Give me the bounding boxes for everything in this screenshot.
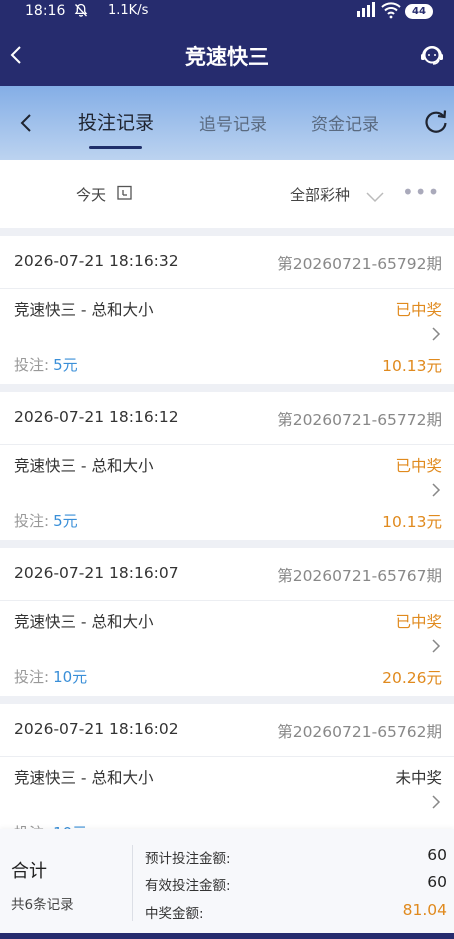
record-win-amount: 20.26元 bbox=[382, 669, 442, 687]
divider bbox=[0, 444, 454, 445]
net-speed: 1.1K/s bbox=[108, 3, 149, 18]
record-status: 已中奖 bbox=[395, 613, 442, 631]
record-win-amount: 10.13元 bbox=[382, 357, 442, 375]
system-nav-bar bbox=[0, 933, 454, 939]
page-title: 竞速快三 bbox=[185, 45, 269, 69]
signal-icon bbox=[356, 2, 378, 21]
battery-indicator: 44 bbox=[405, 4, 433, 19]
record-game: 竞速快三 - 总和大小 bbox=[14, 769, 154, 787]
valid-bet-value: 60 bbox=[427, 873, 447, 891]
chevron-down-icon[interactable] bbox=[366, 188, 384, 203]
chevron-right-icon[interactable] bbox=[431, 638, 441, 654]
record-issue: 第20260721-65762期 bbox=[277, 723, 442, 741]
record-datetime: 2026-07-21 18:16:02 bbox=[14, 720, 179, 738]
record-status: 未中奖 bbox=[395, 769, 442, 787]
bet-label: 投注: bbox=[14, 512, 50, 530]
tab-chase-records[interactable]: 追号记录 bbox=[199, 110, 267, 135]
record-datetime: 2026-07-21 18:16:07 bbox=[14, 564, 179, 582]
bet-amount: 10元 bbox=[53, 668, 88, 686]
tabs-bar: 投注记录 追号记录 资金记录 bbox=[0, 86, 454, 160]
lottery-type-filter[interactable]: 全部彩种 bbox=[290, 184, 350, 205]
customer-service-icon[interactable] bbox=[418, 42, 446, 70]
chevron-right-icon[interactable] bbox=[431, 794, 441, 810]
date-filter[interactable]: 今天 bbox=[76, 184, 106, 205]
divider bbox=[0, 600, 454, 601]
record-datetime: 2026-07-21 18:16:12 bbox=[14, 408, 179, 426]
record-bet: 投注: 5元 bbox=[14, 510, 78, 531]
win-amount-label: 中奖金额: bbox=[145, 906, 204, 922]
calendar-icon[interactable] bbox=[117, 185, 132, 200]
bet-amount: 5元 bbox=[53, 356, 78, 374]
more-icon[interactable]: ••• bbox=[402, 180, 440, 204]
record-bet: 投注:10元 bbox=[14, 666, 87, 687]
record-issue: 第20260721-65772期 bbox=[277, 411, 442, 429]
bet-label: 投注: bbox=[14, 356, 50, 374]
record-win-amount: 10.13元 bbox=[382, 513, 442, 531]
record-game: 竞速快三 - 总和大小 bbox=[14, 301, 154, 319]
bet-label: 投注: bbox=[14, 668, 50, 686]
record-status: 已中奖 bbox=[395, 301, 442, 319]
back-icon[interactable] bbox=[14, 110, 38, 136]
status-time: 18:16 bbox=[25, 3, 66, 19]
tab-fund-records[interactable]: 资金记录 bbox=[311, 110, 379, 135]
record-card[interactable]: 2026-07-21 18:16:07 第20260721-65767期 竞速快… bbox=[0, 548, 454, 696]
title-bar: 竞速快三 bbox=[0, 24, 454, 86]
active-tab-indicator bbox=[89, 146, 142, 149]
bet-amount: 5元 bbox=[53, 512, 78, 530]
chevron-right-icon[interactable] bbox=[431, 482, 441, 498]
valid-bet-label: 有效投注金额: bbox=[145, 878, 231, 894]
record-issue: 第20260721-65767期 bbox=[277, 567, 442, 585]
divider bbox=[0, 756, 454, 757]
summary-panel: 合计 共6条记录 预计投注金额: 60 有效投注金额: 60 中奖金额: 81.… bbox=[0, 829, 454, 933]
win-amount-value: 81.04 bbox=[402, 901, 447, 919]
record-card[interactable]: 2026-07-21 18:16:32 第20260721-65792期 竞速快… bbox=[0, 236, 454, 384]
record-game: 竞速快三 - 总和大小 bbox=[14, 613, 154, 631]
record-status: 已中奖 bbox=[395, 457, 442, 475]
bell-muted-icon bbox=[74, 3, 88, 22]
divider bbox=[0, 288, 454, 289]
expected-bet-label: 预计投注金额: bbox=[145, 851, 231, 867]
tab-bet-records[interactable]: 投注记录 bbox=[78, 108, 154, 135]
record-datetime: 2026-07-21 18:16:32 bbox=[14, 252, 179, 270]
record-bet: 投注: 5元 bbox=[14, 354, 78, 375]
record-issue: 第20260721-65792期 bbox=[277, 255, 442, 273]
refresh-icon[interactable] bbox=[422, 108, 450, 136]
divider bbox=[132, 845, 133, 921]
status-bar: 18:16 1.1K/s 44 bbox=[0, 0, 454, 24]
record-count: 共6条记录 bbox=[11, 897, 74, 913]
summary-title: 合计 bbox=[11, 861, 47, 882]
record-card[interactable]: 2026-07-21 18:16:12 第20260721-65772期 竞速快… bbox=[0, 392, 454, 540]
filter-bar: 今天 全部彩种 ••• bbox=[0, 160, 454, 228]
expected-bet-value: 60 bbox=[427, 846, 447, 864]
chevron-right-icon[interactable] bbox=[431, 326, 441, 342]
record-game: 竞速快三 - 总和大小 bbox=[14, 457, 154, 475]
wifi-icon bbox=[381, 1, 401, 23]
